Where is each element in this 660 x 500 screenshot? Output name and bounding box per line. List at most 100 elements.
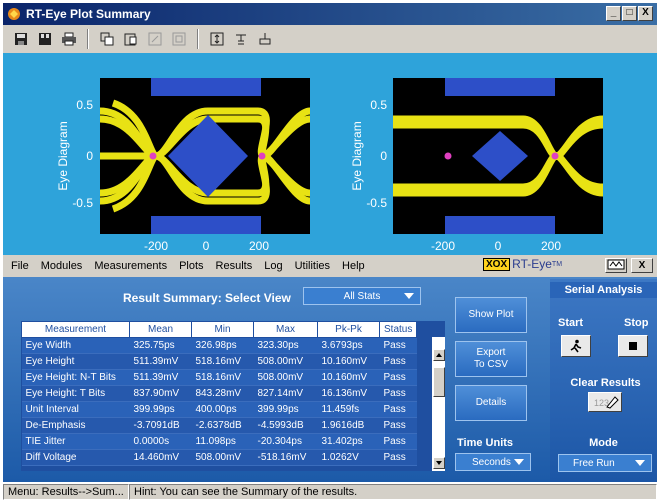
cell-min: 508.00mV [191, 449, 254, 466]
results-table-container: Measurement Mean Min Max Pk-Pk Status Ey… [21, 321, 445, 471]
stop-button[interactable] [618, 335, 648, 357]
brand-tm: TM [551, 260, 563, 268]
menu-plots[interactable]: Plots [173, 260, 209, 272]
stop-label: Stop [624, 317, 649, 329]
cell-mean: -3.7091dB [129, 417, 192, 434]
start-button[interactable] [561, 335, 591, 357]
cell-max: 508.00mV [253, 369, 318, 386]
menu-modules[interactable]: Modules [35, 260, 89, 272]
eye-plot-right: 0.5 0 -0.5 -200 0 200 Eye Diagram [350, 78, 603, 253]
view-select[interactable]: All Stats [303, 287, 421, 305]
table-row[interactable]: Diff Voltage 14.460mV 508.00mV -518.16mV… [21, 449, 417, 466]
save-icon[interactable] [11, 29, 31, 49]
table-row[interactable]: Eye Height: T Bits 837.90mV 843.28mV 827… [21, 385, 417, 402]
close-button[interactable]: X [638, 6, 653, 21]
scroll-down-button[interactable] [433, 457, 445, 469]
toolbar-separator [87, 29, 89, 49]
cell-measurement: Eye Height: N-T Bits [21, 369, 130, 386]
fit-icon[interactable] [207, 29, 227, 49]
marker-icon[interactable] [231, 29, 251, 49]
cell-status: Pass [379, 417, 417, 434]
app-icon [8, 8, 20, 20]
table-row[interactable]: TIE Jitter 0.0000s 11.098ps -20.304ps 31… [21, 433, 417, 450]
crossing-marker [551, 152, 559, 160]
cell-mean: 325.75ps [129, 337, 192, 354]
toolbar [3, 25, 657, 53]
export-label-2: To CSV [474, 359, 508, 370]
running-man-icon [570, 339, 582, 353]
brand-logo: XOX [483, 257, 511, 271]
status-menu-path: Menu: Results-->Sum... [3, 484, 129, 500]
print-icon[interactable] [59, 29, 79, 49]
show-plot-button[interactable]: Show Plot [455, 297, 527, 333]
mode-select[interactable]: Free Run [558, 454, 652, 472]
column-header[interactable]: Status [378, 321, 418, 338]
table-scrollbar[interactable] [431, 337, 445, 471]
close-panel-button[interactable]: X [631, 258, 653, 273]
scope-icon[interactable] [605, 258, 627, 273]
maximize-button[interactable]: □ [622, 6, 637, 21]
cursor-icon[interactable] [255, 29, 275, 49]
menu-results[interactable]: Results [210, 260, 259, 272]
scroll-thumb[interactable] [433, 367, 445, 397]
cell-max: 508.00mV [253, 353, 318, 370]
export-csv-button[interactable]: Export To CSV [455, 341, 527, 377]
toolbar-separator [197, 29, 199, 49]
cell-pkpk: 31.402ps [317, 433, 380, 450]
clear-results-button[interactable]: 123 [588, 392, 622, 412]
cell-max: -20.304ps [253, 433, 318, 450]
menu-file[interactable]: File [5, 260, 35, 272]
cell-max: 827.14mV [253, 385, 318, 402]
eye-plots: 0.5 0 -0.5 -200 0 200 Eye Diagram 0.5 0 … [56, 78, 603, 253]
cell-status: Pass [379, 353, 417, 370]
table-row[interactable]: Eye Width 325.75ps 326.98ps 323.30ps 3.6… [21, 337, 417, 354]
ytick: 0 [380, 149, 387, 163]
cell-max: 323.30ps [253, 337, 318, 354]
cell-pkpk: 11.459fs [317, 401, 380, 418]
table-row[interactable]: Eye Height: N-T Bits 511.39mV 518.16mV 5… [21, 369, 417, 386]
cell-mean: 511.39mV [129, 369, 192, 386]
menu-measurements[interactable]: Measurements [88, 260, 173, 272]
xtick: 0 [203, 239, 210, 253]
menu-bar: File Modules Measurements Plots Results … [3, 255, 657, 277]
cell-mean: 0.0000s [129, 433, 192, 450]
results-table: Measurement Mean Min Max Pk-Pk Status Ey… [21, 321, 418, 466]
column-header[interactable]: Measurement [21, 321, 130, 338]
table-row[interactable]: De-Emphasis -3.7091dB -2.6378dB -4.5993d… [21, 417, 417, 434]
details-button[interactable]: Details [455, 385, 527, 421]
paste-icon[interactable] [121, 29, 141, 49]
y-axis-label: Eye Diagram [350, 121, 364, 190]
time-units-select[interactable]: Seconds [455, 453, 531, 471]
mask-top [445, 78, 555, 96]
y-axis-label: Eye Diagram [56, 121, 70, 190]
ytick: 0.5 [76, 98, 93, 112]
chevron-down-icon [404, 293, 414, 299]
eraser-icon: 123 [594, 396, 619, 409]
column-header[interactable]: Max [253, 321, 318, 338]
mask-bottom [445, 216, 555, 234]
time-units-label: Time Units [457, 437, 514, 449]
scroll-up-button[interactable] [433, 349, 445, 361]
zoom-out-icon[interactable] [169, 29, 189, 49]
cell-mean: 399.99ps [129, 401, 192, 418]
column-header[interactable]: Min [191, 321, 254, 338]
table-row[interactable]: Eye Height 511.39mV 518.16mV 508.00mV 10… [21, 353, 417, 370]
column-header[interactable]: Pk-Pk [317, 321, 380, 338]
menu-help[interactable]: Help [336, 260, 371, 272]
cell-pkpk: 1.0262V [317, 449, 380, 466]
xtick: -200 [144, 239, 168, 253]
cell-status: Pass [379, 385, 417, 402]
table-row[interactable]: Unit Interval 399.99ps 400.00ps 399.99ps… [21, 401, 417, 418]
save-all-icon[interactable] [35, 29, 55, 49]
cell-min: 518.16mV [191, 369, 254, 386]
column-header[interactable]: Mean [129, 321, 192, 338]
cell-pkpk: 1.9616dB [317, 417, 380, 434]
zoom-icon[interactable] [145, 29, 165, 49]
ytick: -0.5 [72, 196, 93, 210]
minimize-button[interactable]: _ [606, 6, 621, 21]
menu-utilities[interactable]: Utilities [289, 260, 336, 272]
menu-log[interactable]: Log [258, 260, 288, 272]
stop-icon [629, 342, 637, 350]
copy-icon[interactable] [97, 29, 117, 49]
rt-eye-brand: XOX RT-Eye TM [483, 257, 562, 271]
